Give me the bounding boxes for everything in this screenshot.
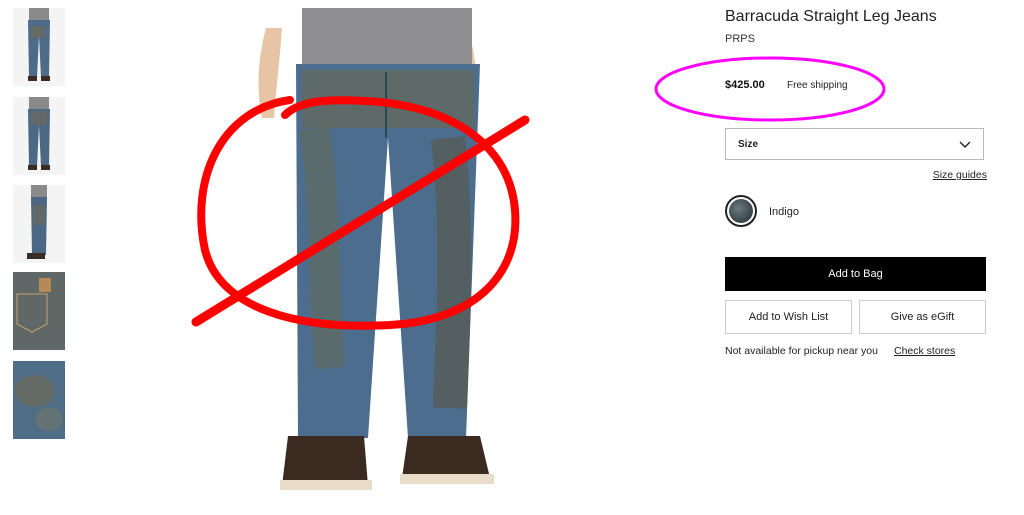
product-brand[interactable]: PRPS [725,33,755,45]
shipping-note: Free shipping [787,80,848,91]
thumbnail-fabric[interactable] [13,361,65,439]
color-swatch-indigo[interactable] [725,195,757,227]
check-stores-link[interactable]: Check stores [894,345,955,357]
thumbnail-back[interactable] [13,97,65,175]
product-main-image [218,8,518,515]
product-price: $425.00 [725,79,765,91]
color-name: Indigo [769,206,799,218]
pickup-message: Not available for pickup near you [725,345,878,357]
size-guides-link[interactable]: Size guides [933,169,987,181]
swatch-fill [729,199,753,223]
thumbnail-side[interactable] [13,185,65,263]
magenta-price-circle [654,56,886,122]
thumbnail-pocket[interactable] [13,272,65,350]
give-as-egift-button[interactable]: Give as eGift [859,300,986,334]
size-dropdown[interactable]: Size [725,128,984,160]
chevron-down-icon [959,141,971,148]
thumbnail-front[interactable] [13,8,65,86]
size-label: Size [738,139,759,150]
add-to-bag-button[interactable]: Add to Bag [725,257,986,291]
add-to-wish-list-button[interactable]: Add to Wish List [725,300,852,334]
product-title: Barracuda Straight Leg Jeans [725,8,937,25]
